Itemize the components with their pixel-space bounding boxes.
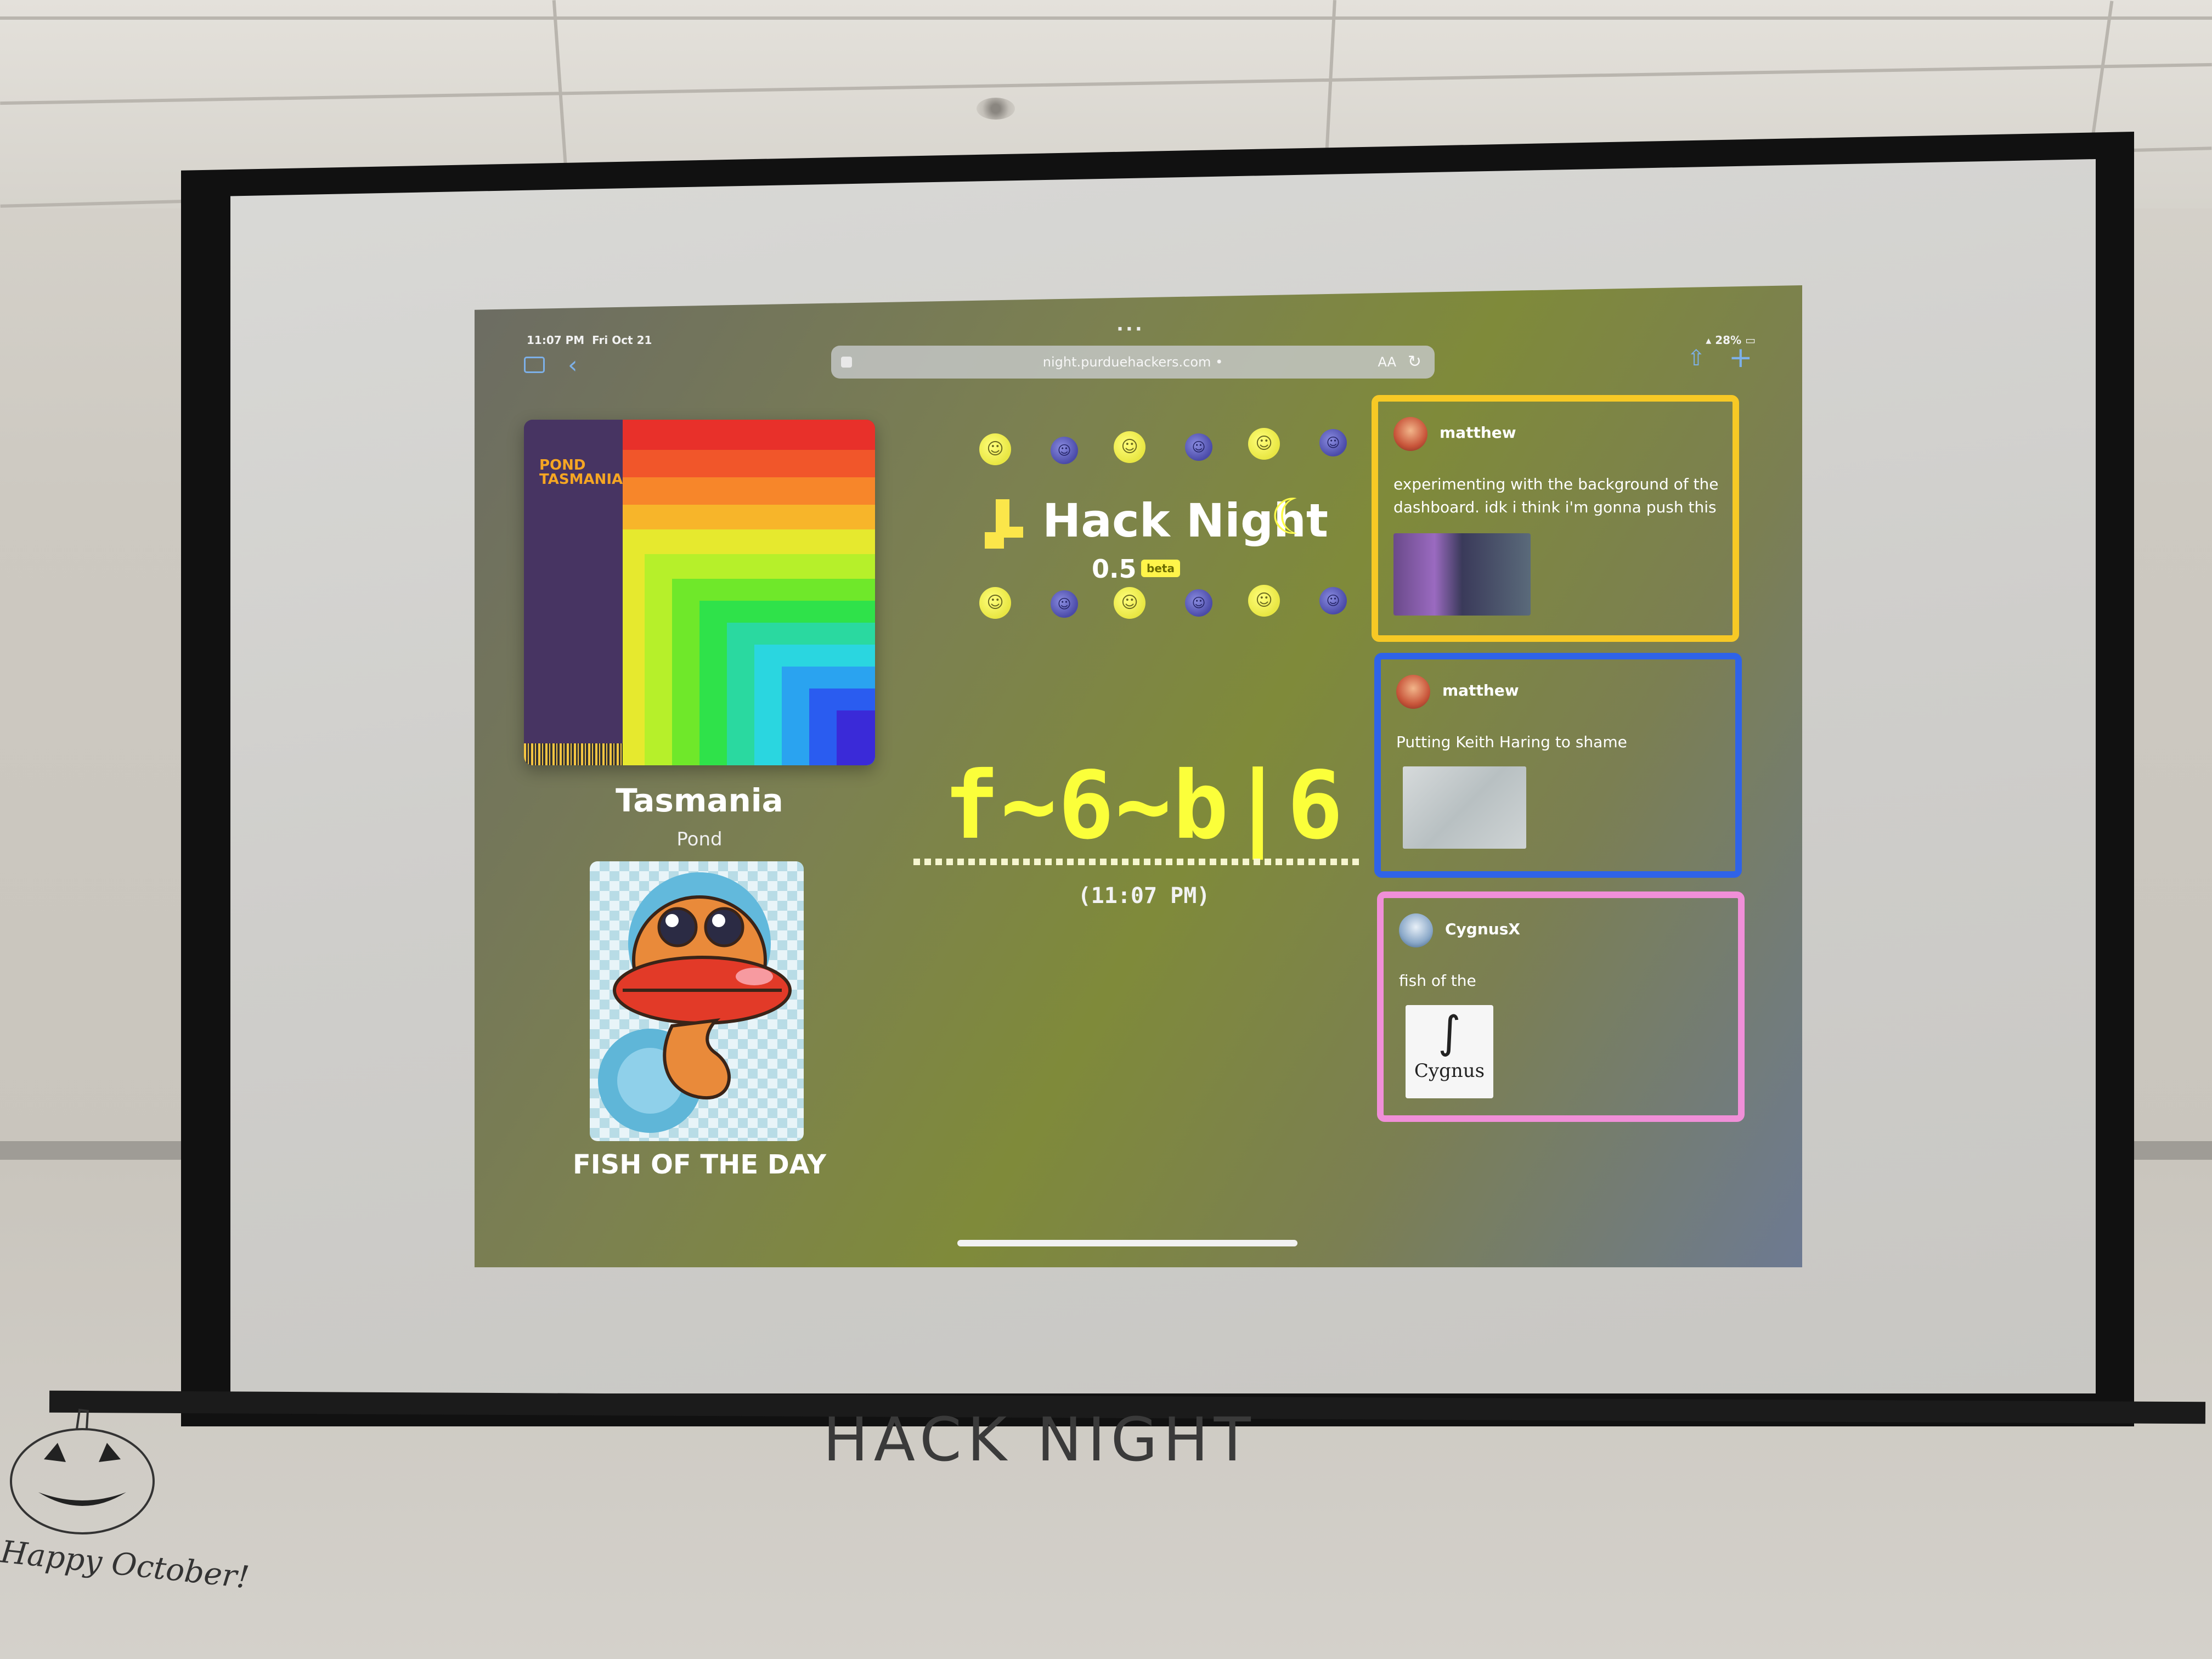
post-card[interactable]: CygnusX fish of the ∫ Cygnus [1377,891,1745,1122]
track-title: Tasmania [616,782,783,819]
smiley-face-icon: ☺ [1248,585,1280,617]
sidebar-icon[interactable] [524,357,545,373]
moon-icon: ☾ [1270,488,1314,546]
wall-greeting: Happy October! [0,1534,251,1596]
wifi-icon: ▴ [1706,334,1712,347]
share-icon[interactable]: ⇧ [1687,346,1706,371]
post-text: fish of the [1399,972,1476,990]
smiley-face-icon: ☺ [979,433,1011,465]
version-number: 0.5 [1092,554,1137,584]
track-artist: Pond [676,828,723,850]
home-indicator [957,1240,1297,1246]
lock-icon: • [1215,354,1223,370]
post-text: Putting Keith Haring to shame [1396,733,1627,751]
avatar [1396,675,1430,709]
smiley-face-icon: ☺ [1248,428,1280,460]
post-username: matthew [1442,681,1519,699]
avatar [1399,913,1433,947]
post-card[interactable]: matthew Putting Keith Haring to shame [1374,653,1742,878]
clock-underline [913,859,1363,865]
smiley-face-icon: ☺ [1114,587,1146,619]
album-cover: POND TASMANIA [524,420,875,765]
blue-face-icon: ☺ [1185,589,1212,617]
post-card[interactable]: matthew experimenting with the backgroun… [1372,395,1739,642]
site-icon [841,357,852,368]
fish-illustration [598,872,792,1133]
plus-icon[interactable]: + [1729,341,1753,374]
ceiling-sprinkler [977,98,1015,120]
address-bar[interactable]: night.purduehackers.com • AA ↻ [831,346,1435,379]
album-cover-title: POND TASMANIA [539,457,623,488]
encoded-clock: f~6~b|6 [943,752,1345,860]
url-text: night.purduehackers.com [1042,354,1211,370]
readable-time: (11:07 PM) [1077,883,1210,909]
post-text: experimenting with the background of the… [1393,475,1719,516]
fish-caption: FISH OF THE DAY [573,1149,826,1180]
album-barcode [524,743,623,765]
beta-badge: beta [1141,560,1180,577]
blue-face-icon: ☺ [1319,587,1347,614]
blue-face-icon: ☺ [1051,590,1078,618]
projected-dashboard: 11:07 PM Fri Oct 21 ▴ 28% ▭ ··· ‹ night.… [475,285,1802,1267]
pumpkin-drawing [10,1408,155,1534]
browser-toolbar: ‹ night.purduehackers.com • AA ↻ ⇧ + [524,341,1764,390]
avatar [1393,417,1427,451]
hack-night-logo-area: ☺ ☺ ☺ ☺ ☺ ☺ Hack Night ☾ 0.5 beta ☺ ☺ ☺ … [941,422,1369,653]
album-cover-stripe: POND TASMANIA [524,420,623,765]
wall-scrawl: HACK NIGHT [823,1404,1256,1475]
more-dots-icon[interactable]: ··· [1116,318,1144,340]
fish-image [590,861,804,1141]
smiley-face-icon: ☺ [979,587,1011,619]
smiley-face-icon: ☺ [1114,431,1146,463]
blue-face-icon: ☺ [1185,433,1212,461]
post-image [1393,533,1531,616]
reload-icon[interactable]: ↻ [1408,346,1421,379]
back-icon[interactable]: ‹ [568,351,578,379]
post-image: ∫ Cygnus [1406,1005,1493,1098]
swan-icon: ∫ [1438,1007,1461,1058]
post-username: CygnusX [1445,920,1520,938]
post-username: matthew [1440,424,1516,442]
cygnus-logo-text: Cygnus [1414,1060,1485,1082]
hack-night-logo-icon [985,499,1023,549]
post-image [1403,766,1526,849]
blue-face-icon: ☺ [1319,429,1347,456]
status-time: 11:07 PM Fri Oct 21 [527,334,652,347]
blue-face-icon: ☺ [1051,437,1078,464]
text-size-button[interactable]: AA [1378,346,1396,379]
